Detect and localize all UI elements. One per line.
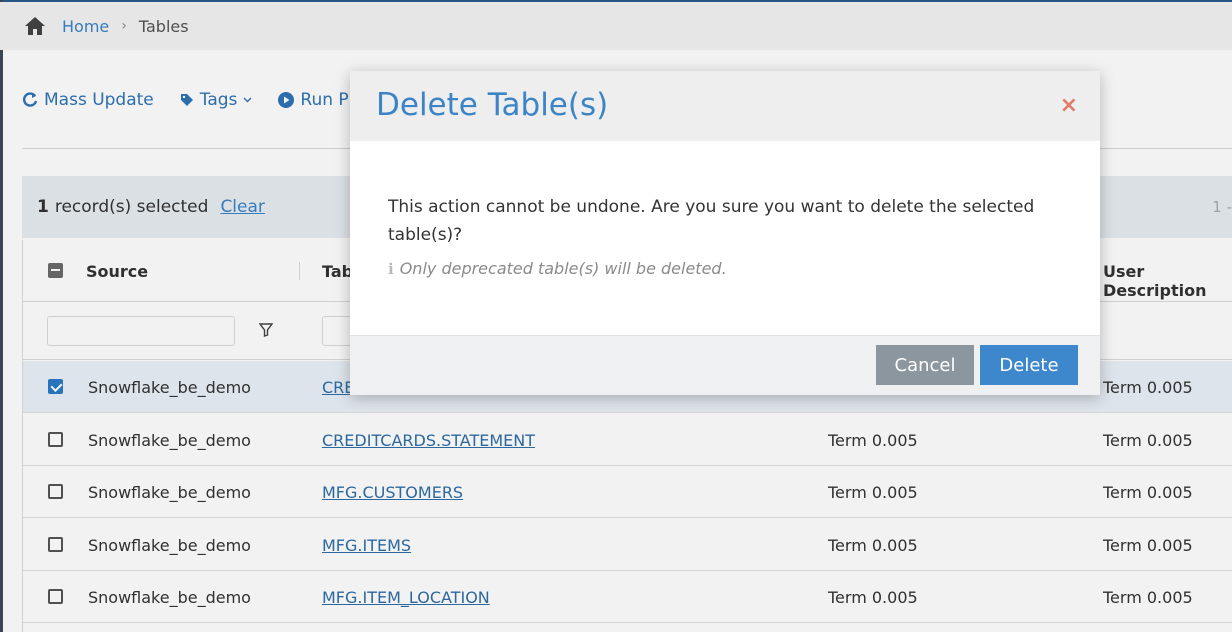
dialog-note-text: Only deprecated table(s) will be deleted… <box>399 259 727 278</box>
delete-tables-dialog: Delete Table(s) × This action cannot be … <box>350 71 1100 395</box>
dialog-header: Delete Table(s) × <box>350 71 1100 141</box>
dialog-footer: Cancel Delete <box>350 335 1100 395</box>
delete-button[interactable]: Delete <box>980 345 1078 385</box>
dialog-title: Delete Table(s) <box>376 87 609 123</box>
info-icon: ℹ <box>388 259 394 278</box>
dialog-body: This action cannot be undone. Are you su… <box>350 141 1100 335</box>
dialog-note: ℹ Only deprecated table(s) will be delet… <box>388 259 727 278</box>
cancel-button[interactable]: Cancel <box>876 345 974 385</box>
dialog-message: This action cannot be undone. Are you su… <box>388 197 1035 245</box>
close-icon[interactable]: × <box>1060 93 1078 119</box>
